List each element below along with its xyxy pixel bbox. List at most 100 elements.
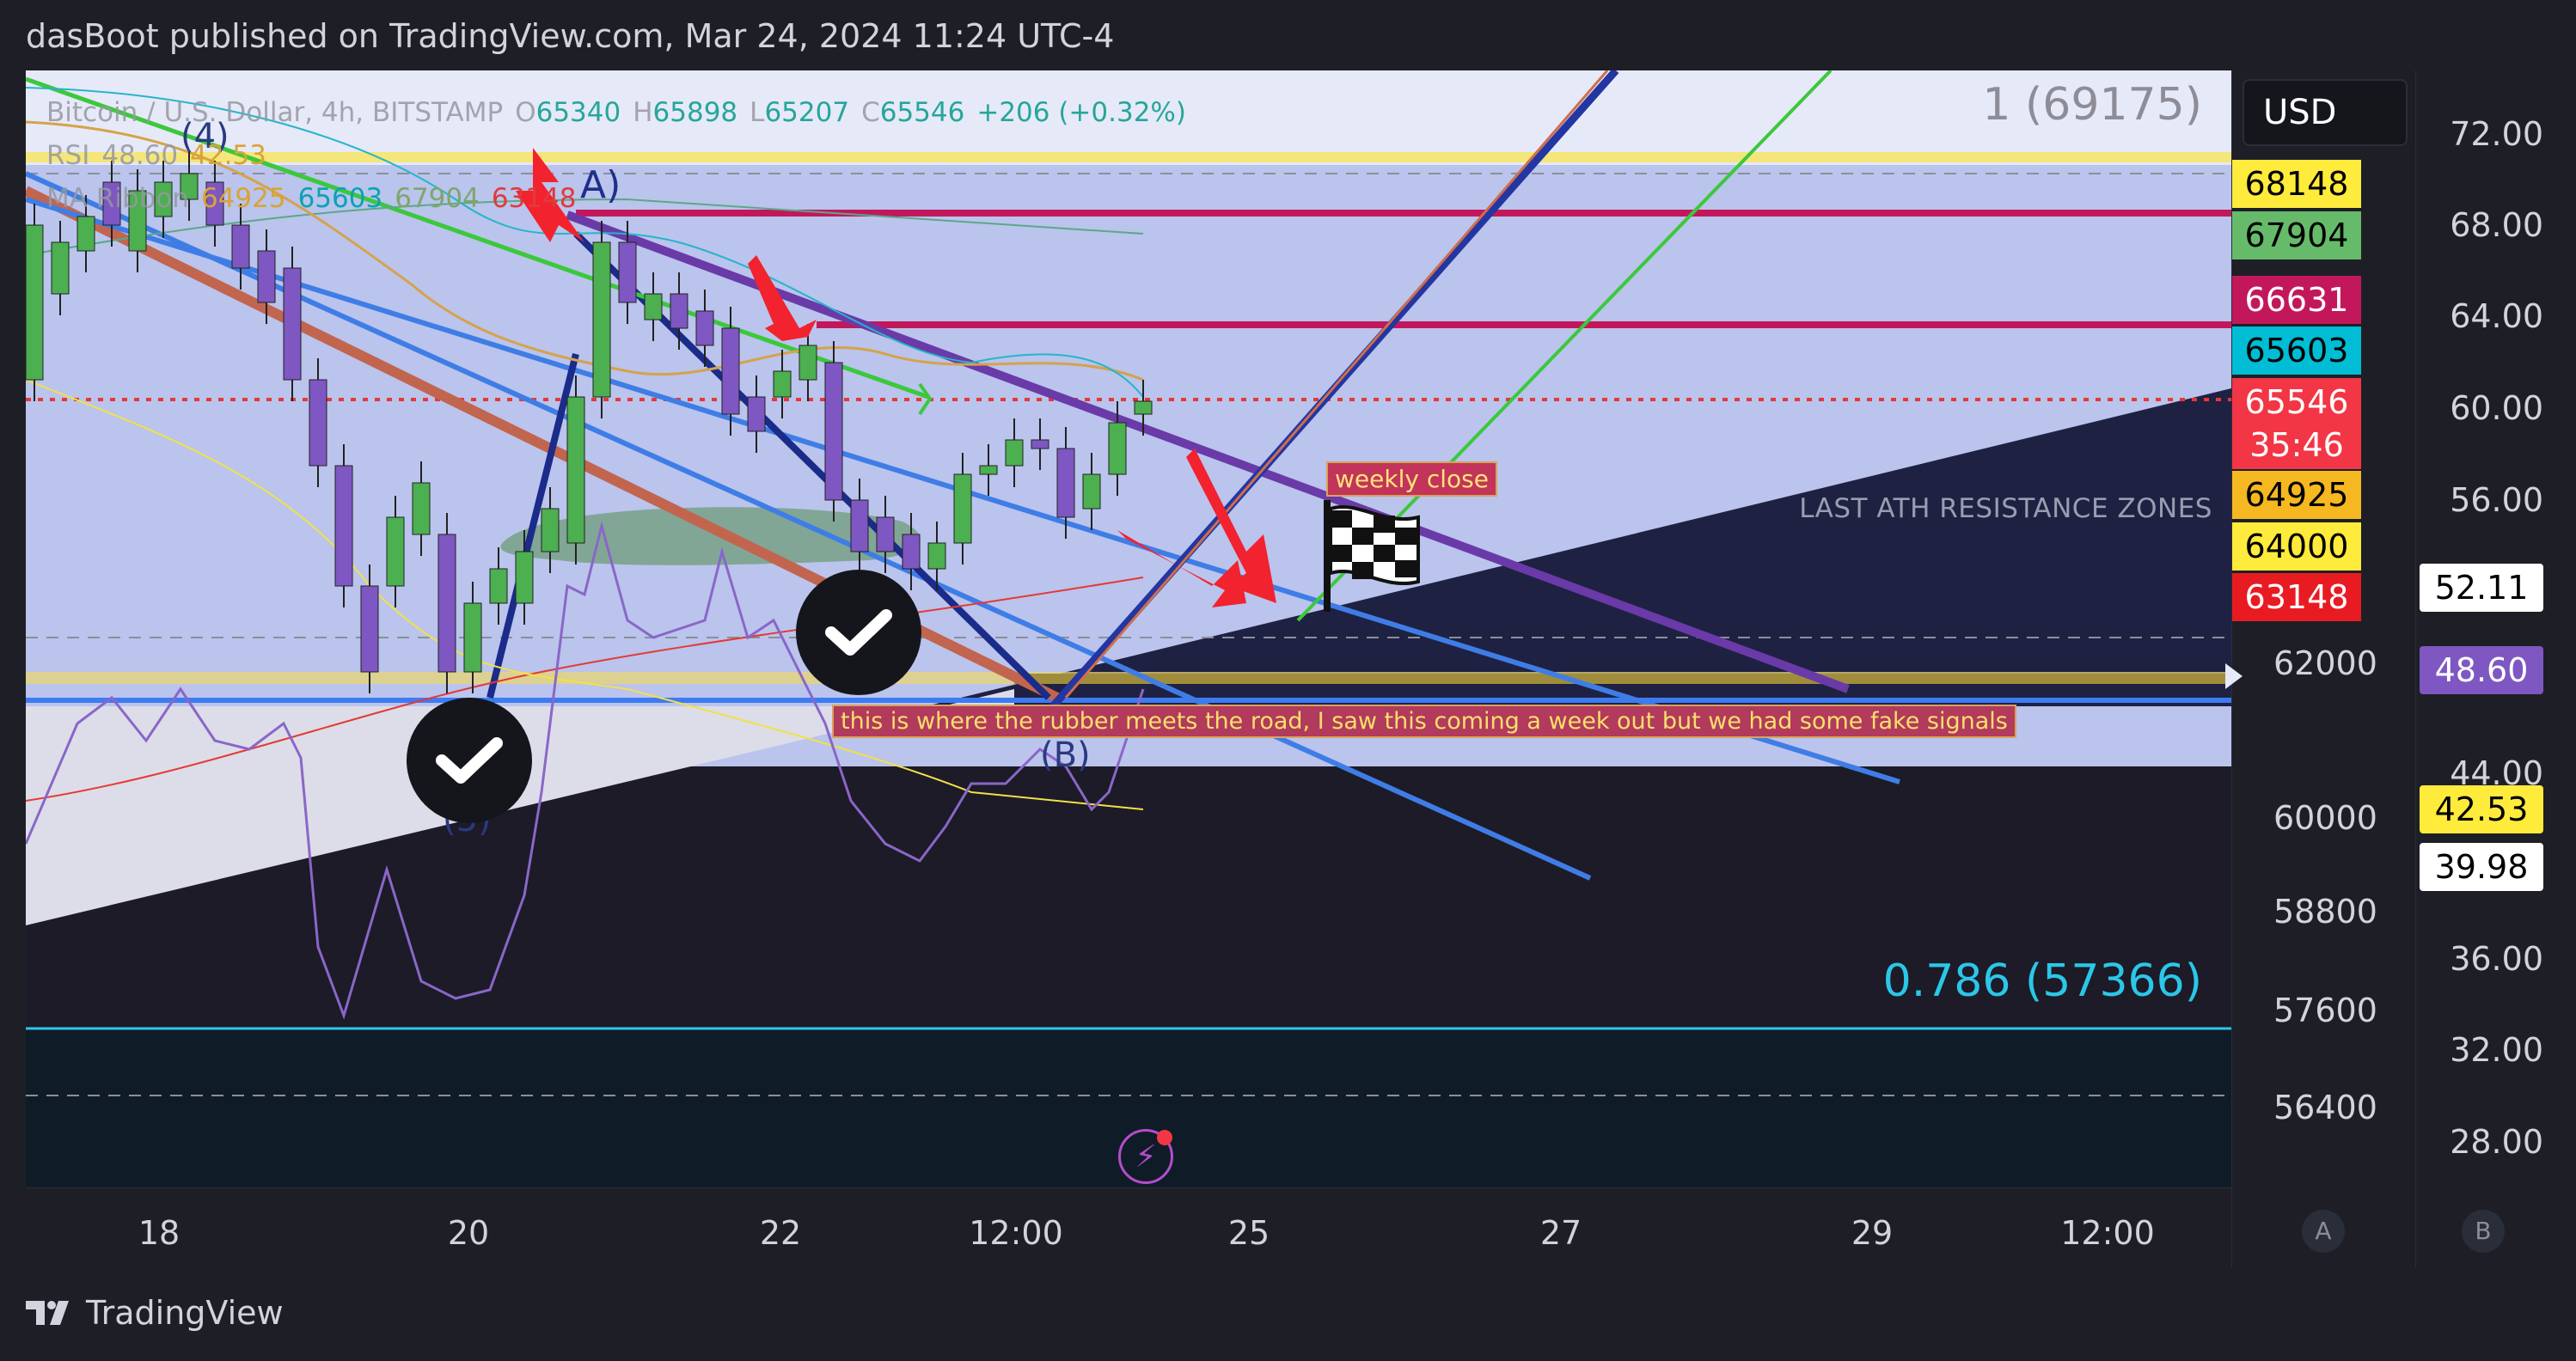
legend-high: H65898 <box>633 97 738 128</box>
price-badge: 64000 <box>2232 522 2361 571</box>
candle-body <box>1082 473 1101 510</box>
countdown-badge: 35:46 <box>2232 421 2361 469</box>
tradingview-logo[interactable]: TradingView <box>26 1294 284 1332</box>
time-tick: 27 <box>1539 1214 1582 1252</box>
price-badge: 63148 <box>2232 573 2361 621</box>
legend-ma-row: MA Ribbon 64925 65603 67904 63148 <box>46 177 1186 220</box>
candle-body <box>953 473 972 544</box>
price-tick: 62000 <box>2273 644 2377 682</box>
price-tick: 57600 <box>2273 992 2377 1029</box>
candle-body <box>1056 448 1075 518</box>
rsi-tick: 28.00 <box>2450 1123 2543 1161</box>
weekly-close-note[interactable]: weekly close <box>1326 461 1497 497</box>
legend-rsi-row: RSI 48.60 42.53 <box>46 134 1186 177</box>
candle-body <box>1134 400 1153 415</box>
resistance-zone-label: LAST ATH RESISTANCE ZONES <box>1799 493 2212 524</box>
legend-rsi-label: RSI <box>46 140 90 171</box>
price-tick: 56400 <box>2273 1089 2377 1126</box>
tradingview-logo-icon <box>26 1301 69 1325</box>
rsi-tick: 60.00 <box>2450 389 2543 427</box>
candle-body <box>257 250 276 303</box>
legend-ma-label: MA Ribbon <box>46 183 189 214</box>
rsi-tick: 36.00 <box>2450 940 2543 978</box>
legend-symbol: Bitcoin / U.S. Dollar, 4h, BITSTAMP <box>46 97 504 128</box>
rsi-axis[interactable]: 72.00 68.00 64.00 60.00 56.00 52.11 48.6… <box>2415 70 2576 1268</box>
price-badge: 65546 <box>2232 378 2361 426</box>
fib-level-1-label: 1 (69175) <box>1982 79 2202 131</box>
candle-body <box>1108 422 1127 475</box>
rsi-tick: 56.00 <box>2450 481 2543 519</box>
time-tick: 22 <box>759 1214 802 1252</box>
axis-b-button[interactable]: B <box>2462 1210 2505 1253</box>
price-badge: 67904 <box>2232 211 2361 259</box>
candle-body <box>773 370 792 398</box>
candle-body <box>721 327 740 415</box>
rsi-badge: 42.53 <box>2420 785 2543 833</box>
chart-legend: Bitcoin / U.S. Dollar, 4h, BITSTAMP O653… <box>46 91 1186 220</box>
candle-body <box>76 216 95 252</box>
wave-b-label: (B) <box>1040 735 1091 775</box>
candle-body <box>618 241 637 303</box>
candle-body <box>515 551 534 604</box>
candle-body <box>437 534 456 673</box>
fib-level-786-label: 0.786 (57366) <box>1882 955 2202 1007</box>
candle-body <box>566 396 585 544</box>
price-badge: 66631 <box>2232 276 2361 324</box>
chart-area[interactable]: A) (4) (5) (B) Bitcoin / U.S. Dollar, 4h… <box>26 70 2231 1187</box>
rsi-badge: 52.11 <box>2420 564 2543 612</box>
level-66631 <box>817 321 2231 328</box>
time-tick: 20 <box>447 1214 490 1252</box>
legend-ma-value: 65603 <box>297 183 383 214</box>
time-tick: 12:00 <box>969 1214 1063 1252</box>
candle-body <box>876 516 895 552</box>
footer: TradingView <box>0 1268 2576 1361</box>
publish-header: dasBoot published on TradingView.com, Ma… <box>0 0 2576 70</box>
price-tick: 58800 <box>2273 893 2377 931</box>
candle-body <box>979 465 998 475</box>
lightning-icon[interactable]: ⚡ <box>1118 1129 1173 1184</box>
candle-body <box>360 585 379 673</box>
price-badge: 64925 <box>2232 471 2361 519</box>
candle-body <box>1005 439 1024 467</box>
scale-handle-icon[interactable] <box>2225 663 2251 689</box>
legend-close: C65546 <box>861 97 965 128</box>
rsi-tick: 32.00 <box>2450 1031 2543 1069</box>
axis-a-button[interactable]: A <box>2302 1210 2345 1253</box>
legend-ohlc-row: Bitcoin / U.S. Dollar, 4h, BITSTAMP O653… <box>46 91 1186 134</box>
candle-body <box>927 542 946 570</box>
price-axis[interactable]: USD 68148 67904 66631 65603 65546 35:46 … <box>2225 70 2415 1268</box>
candle-body <box>412 482 431 535</box>
chart-canvas[interactable]: A) (4) (5) (B) <box>26 70 2231 1187</box>
candle-body <box>644 293 663 320</box>
candle-body <box>51 241 70 295</box>
candle-body <box>334 465 353 587</box>
candle-body <box>386 516 405 587</box>
rsi-tick: 64.00 <box>2450 297 2543 335</box>
candle-body <box>1031 439 1049 449</box>
legend-ma-value: 64925 <box>200 183 286 214</box>
candle-body <box>824 362 843 501</box>
legend-rsi-value2: 42.53 <box>190 140 266 171</box>
time-tick: 25 <box>1227 1214 1270 1252</box>
rubber-road-note[interactable]: this is where the rubber meets the road,… <box>832 705 2016 738</box>
rsi-tick: 68.00 <box>2450 206 2543 244</box>
time-axis[interactable]: 18 20 22 12:00 25 27 29 12:00 <box>26 1187 2231 1268</box>
candle-body <box>489 568 508 604</box>
legend-ma-value: 67904 <box>395 183 480 214</box>
legend-open: O65340 <box>515 97 621 128</box>
legend-low: L65207 <box>750 97 850 128</box>
candle-body <box>231 224 250 269</box>
publish-info: dasBoot published on TradingView.com, Ma… <box>26 17 1115 55</box>
candle-body <box>798 345 817 381</box>
price-tick: 60000 <box>2273 799 2377 837</box>
candle-body <box>541 508 560 552</box>
currency-selector[interactable]: USD <box>2243 79 2408 146</box>
notification-dot <box>1157 1130 1172 1145</box>
rsi-badge: 39.98 <box>2420 843 2543 891</box>
time-tick: 18 <box>138 1214 181 1252</box>
candle-body <box>747 396 766 432</box>
legend-change: +206 (+0.32%) <box>976 97 1186 128</box>
candle-body <box>902 534 921 570</box>
price-badge: 68148 <box>2232 160 2361 208</box>
legend-rsi-value: 48.60 <box>101 140 179 171</box>
